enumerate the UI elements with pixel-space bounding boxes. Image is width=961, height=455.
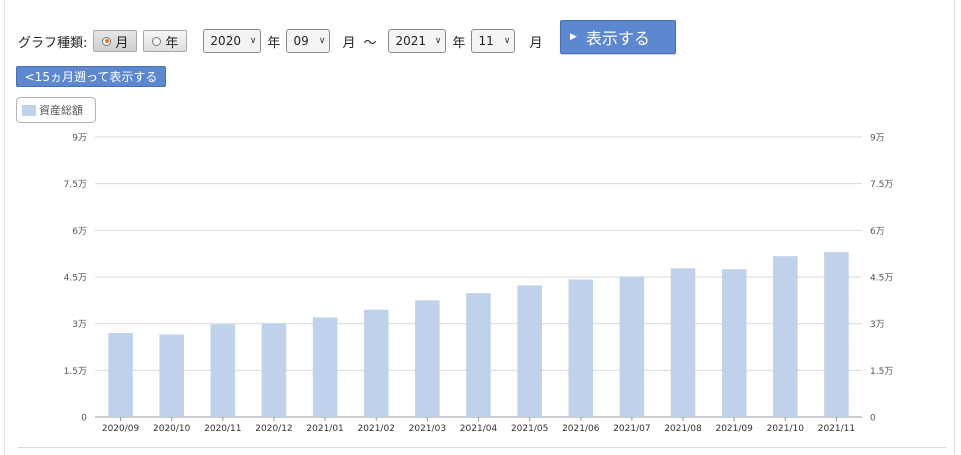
y-tick-label-left: 4.5万 — [64, 274, 87, 284]
x-tick-label: 2020/09 — [102, 424, 140, 434]
y-tick-label-right: 7.5万 — [870, 180, 893, 190]
bar — [415, 300, 440, 417]
bar — [517, 285, 542, 417]
y-tick-label-left: 0 — [81, 414, 87, 424]
x-tick-label: 2021/08 — [664, 424, 702, 434]
y-tick-label-left: 6万 — [72, 227, 87, 237]
x-tick-label: 2020/11 — [204, 424, 241, 434]
bar — [773, 256, 798, 417]
x-tick-label: 2021/07 — [613, 424, 650, 434]
x-tick-label: 2021/10 — [767, 424, 805, 434]
bar — [619, 276, 645, 417]
x-tick-label: 2020/10 — [153, 424, 191, 434]
y-tick-label-right: 6万 — [870, 227, 885, 237]
bar — [108, 333, 133, 417]
x-tick-label: 2021/01 — [306, 424, 343, 434]
bar — [568, 279, 594, 417]
bar — [312, 317, 338, 417]
x-tick-label: 2021/05 — [511, 424, 548, 434]
y-tick-label-left: 3万 — [72, 320, 87, 330]
y-tick-label-left: 9万 — [72, 134, 87, 144]
bar — [721, 269, 747, 417]
x-tick-label: 2021/09 — [715, 424, 753, 434]
y-tick-label-left: 7.5万 — [64, 180, 87, 190]
bar — [670, 268, 696, 417]
bar — [210, 324, 236, 417]
x-tick-label: 2021/03 — [409, 424, 446, 434]
y-tick-label-right: 3万 — [870, 320, 885, 330]
y-tick-label-left: 1.5万 — [64, 367, 87, 377]
section-divider — [18, 447, 946, 448]
bar-chart: 0 0 1.5万 1.5万 3万 3万 4.5万 4.5万 6万 6万 7.5万 7.5万 9万 9万 20… — [64, 134, 894, 435]
x-tick-label: 2021/02 — [358, 424, 395, 434]
bar — [261, 323, 287, 417]
bar — [824, 252, 849, 417]
x-tick-label: 2020/12 — [255, 424, 292, 434]
y-tick-label-right: 1.5万 — [870, 367, 893, 377]
y-tick-label-right: 9万 — [870, 134, 885, 144]
bar — [466, 293, 491, 417]
y-tick-label-right: 0 — [870, 414, 876, 424]
y-tick-label-right: 4.5万 — [870, 274, 893, 284]
bar — [363, 309, 389, 417]
x-tick-label: 2021/04 — [460, 424, 498, 434]
x-tick-label: 2021/06 — [562, 424, 600, 434]
x-tick-label: 2021/11 — [818, 424, 855, 434]
bar — [159, 334, 184, 417]
